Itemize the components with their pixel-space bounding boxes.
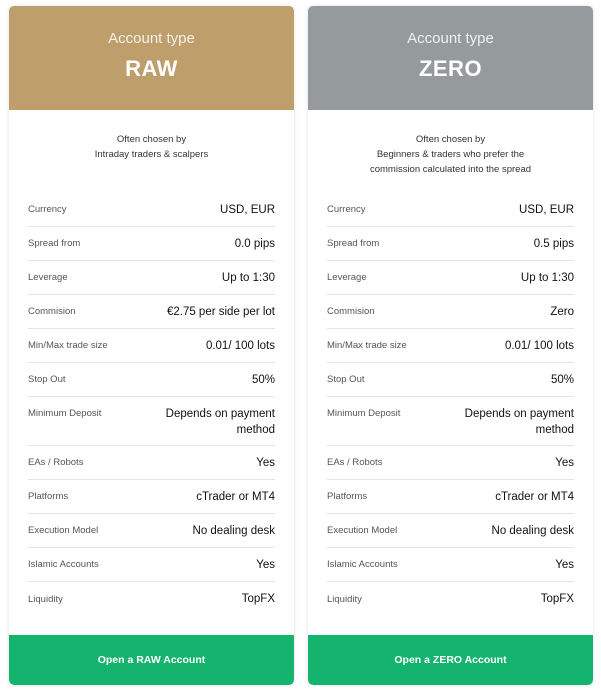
row-value: Yes [256, 558, 275, 571]
row-label: Min/Max trade size [327, 340, 407, 351]
row-label: Islamic Accounts [327, 559, 398, 570]
table-row: Execution Model No dealing desk [28, 514, 275, 548]
table-row: Commision €2.75 per side per lot [28, 295, 275, 329]
row-value: 0.01/ 100 lots [504, 339, 574, 352]
card-title: Account type [407, 30, 494, 47]
table-row: Stop Out 50% [327, 363, 574, 397]
chosen-by-label: Often chosen by [116, 134, 187, 145]
open-account-button[interactable]: Open a ZERO Account [308, 635, 593, 685]
row-label: Execution Model [327, 525, 398, 536]
row-value: €2.75 per side per lot [166, 305, 275, 318]
row-label: Platforms [28, 491, 69, 502]
table-row: Minimum Deposit Depends on payment metho… [28, 397, 275, 446]
table-row: Min/Max trade size 0.01/ 100 lots [327, 329, 574, 363]
row-label: Commision [28, 306, 76, 317]
row-value: 0.0 pips [234, 237, 275, 250]
feature-table: Currency USD, EUR Spread from 0.5 pips L… [327, 193, 574, 616]
table-row: Platforms cTrader or MT4 [327, 480, 574, 514]
row-value: 50% [251, 373, 275, 386]
row-value: cTrader or MT4 [495, 490, 574, 503]
chosen-by: Often chosen by Beginners & traders who … [308, 110, 593, 193]
row-label: Commision [327, 306, 375, 317]
table-row: EAs / Robots Yes [28, 446, 275, 480]
row-value: No dealing desk [192, 524, 275, 537]
card-title: Account type [108, 30, 195, 47]
table-row: Leverage Up to 1:30 [28, 261, 275, 295]
table-row: Spread from 0.5 pips [327, 227, 574, 261]
row-label: Spread from [327, 238, 380, 249]
row-label: Currency [327, 204, 366, 215]
row-value: Yes [256, 456, 275, 469]
row-label: Liquidity [327, 593, 362, 605]
row-value: 0.5 pips [533, 237, 574, 250]
table-row: Islamic Accounts Yes [327, 548, 574, 582]
row-label: Spread from [28, 238, 81, 249]
row-value: TopFX [540, 593, 574, 605]
row-label: Stop Out [327, 374, 365, 385]
card-header: Account type RAW [9, 6, 294, 110]
row-value: TopFX [241, 593, 275, 605]
row-label: EAs / Robots [327, 457, 383, 468]
table-row: Execution Model No dealing desk [327, 514, 574, 548]
row-label: Minimum Deposit [28, 408, 102, 419]
row-label: Leverage [28, 272, 68, 283]
row-value: Zero [550, 305, 574, 318]
row-value: Yes [555, 558, 574, 571]
audience-2: commission calculated into the spread [369, 164, 532, 175]
audience: Intraday traders & scalpers [94, 149, 209, 160]
row-value: Up to 1:30 [221, 271, 275, 284]
row-label: Stop Out [28, 374, 66, 385]
row-value: USD, EUR [519, 203, 574, 216]
account-name: RAW [125, 56, 178, 81]
row-label: Min/Max trade size [28, 340, 108, 351]
card-header: Account type ZERO [308, 6, 593, 110]
row-label: EAs / Robots [28, 457, 84, 468]
table-row: EAs / Robots Yes [327, 446, 574, 480]
table-row: Spread from 0.0 pips [28, 227, 275, 261]
row-label: Minimum Deposit [327, 408, 401, 419]
feature-table: Currency USD, EUR Spread from 0.0 pips L… [28, 193, 275, 616]
open-account-button[interactable]: Open a RAW Account [9, 635, 294, 685]
row-value: 50% [550, 373, 574, 386]
chosen-by: Often chosen by Intraday traders & scalp… [9, 110, 294, 193]
row-label: Currency [28, 204, 67, 215]
row-label: Islamic Accounts [28, 559, 99, 570]
row-label: Leverage [327, 272, 367, 283]
table-row: Leverage Up to 1:30 [327, 261, 574, 295]
row-value: Depends on payment method [464, 408, 574, 436]
table-row: Liquidity TopFX [28, 582, 275, 616]
table-row: Currency USD, EUR [327, 193, 574, 227]
table-row: Islamic Accounts Yes [28, 548, 275, 582]
account-name: ZERO [418, 56, 483, 81]
row-value: No dealing desk [491, 524, 574, 537]
account-card-raw: Account type RAW Often chosen by Intrada… [9, 6, 294, 685]
row-value: 0.01/ 100 lots [205, 339, 275, 352]
chosen-by-label: Often chosen by [415, 134, 486, 145]
table-row: Platforms cTrader or MT4 [28, 480, 275, 514]
row-label: Execution Model [28, 525, 99, 536]
table-row: Currency USD, EUR [28, 193, 275, 227]
audience: Beginners & traders who prefer the [376, 149, 525, 160]
account-card-zero: Account type ZERO Often chosen by Beginn… [308, 6, 593, 685]
row-label: Liquidity [28, 593, 63, 605]
row-value: Depends on payment method [165, 408, 275, 436]
table-row: Commision Zero [327, 295, 574, 329]
table-row: Minimum Deposit Depends on payment metho… [327, 397, 574, 446]
table-row: Liquidity TopFX [327, 582, 574, 616]
table-row: Stop Out 50% [28, 363, 275, 397]
row-value: cTrader or MT4 [196, 490, 275, 503]
row-value: Yes [555, 456, 574, 469]
row-value: USD, EUR [220, 203, 275, 216]
row-value: Up to 1:30 [520, 271, 574, 284]
table-row: Min/Max trade size 0.01/ 100 lots [28, 329, 275, 363]
row-label: Platforms [327, 491, 368, 502]
